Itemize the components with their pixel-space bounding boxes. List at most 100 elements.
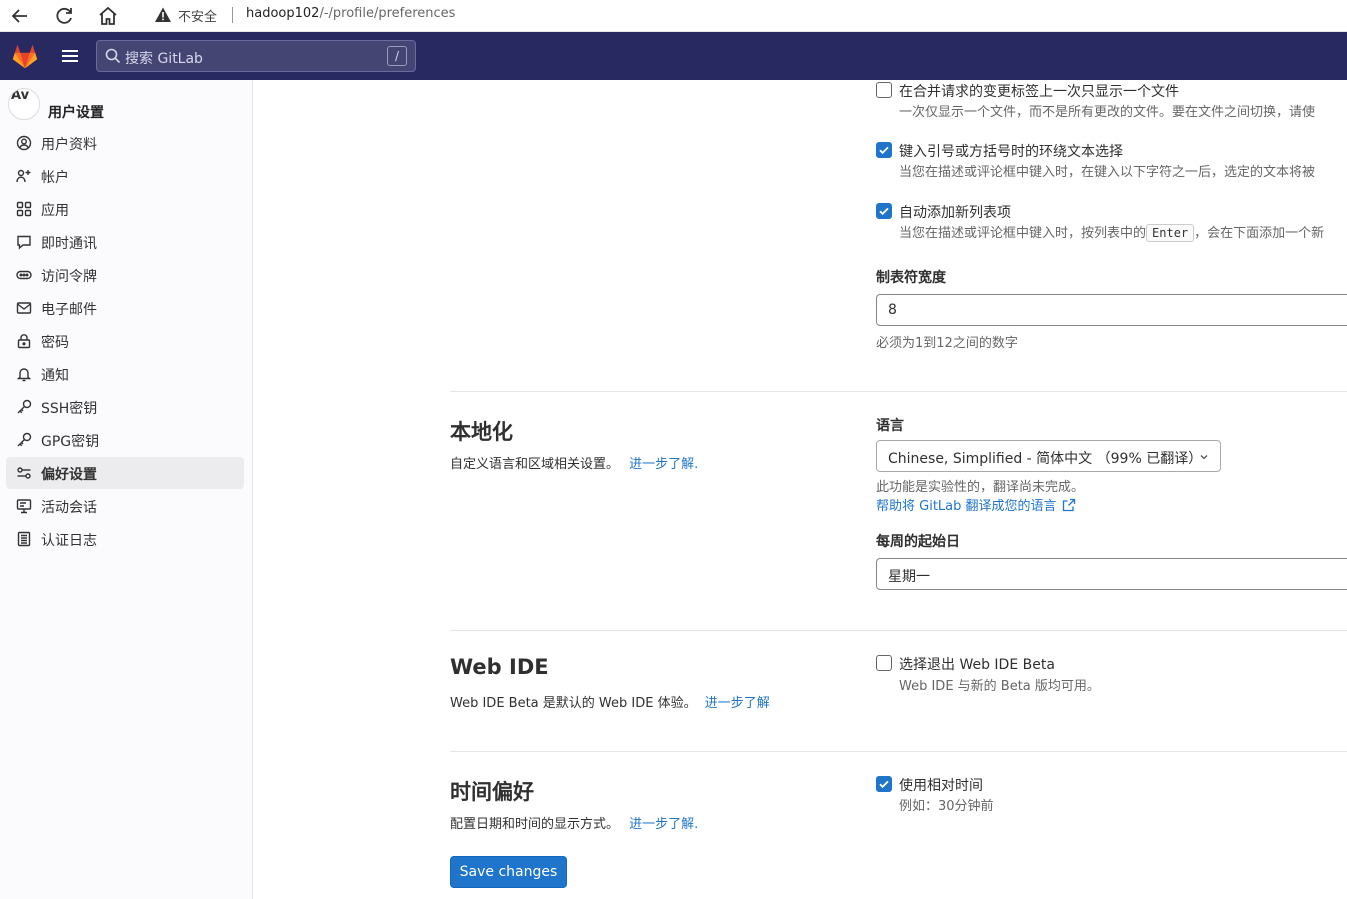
warning-icon[interactable]: [154, 6, 172, 24]
browser-toolbar: 不安全 hadoop102/-/profile/preferences: [0, 0, 1347, 32]
first-day-value: 星期一: [888, 569, 930, 585]
web-ide-description: Web IDE Beta 是默认的 Web IDE 体验。 进一步了解: [450, 692, 770, 711]
checkmark-icon: [879, 207, 889, 216]
account-icon: [16, 168, 32, 184]
insecure-label[interactable]: 不安全: [178, 6, 217, 25]
relative-time-checkbox[interactable]: [876, 776, 892, 792]
web-ide-opt-out-help: Web IDE 与新的 Beta 版均可用。: [899, 679, 1100, 694]
sidebar-item-label: 用户资料: [41, 137, 97, 153]
home-icon[interactable]: [96, 4, 120, 28]
autolist-checkbox[interactable]: [876, 203, 892, 219]
sidebar-item-gpg-keys[interactable]: GPG密钥: [6, 424, 244, 456]
preferences-icon: [16, 465, 32, 481]
autolist-help-after: ，会在下面添加一个新: [1194, 226, 1325, 241]
language-label: 语言: [876, 418, 904, 434]
localization-description: 自定义语言和区域相关设置。 进一步了解.: [450, 453, 698, 472]
tab-width-help: 必须为1到12之间的数字: [876, 336, 1018, 351]
sidebar-item-label: 访问令牌: [41, 269, 97, 285]
language-value: Chinese, Simplified - 简体中文 （99% 已翻译）: [888, 451, 1203, 467]
sidebar-item-label: 即时通讯: [41, 236, 97, 252]
key-icon: [16, 432, 32, 448]
avatar: Av: [8, 88, 40, 120]
single-file-help: 一次仅显示一个文件，而不是所有更改的文件。要在文件之间切换，请使: [899, 105, 1316, 120]
back-arrow-icon[interactable]: [8, 4, 32, 28]
top-navbar: 搜索 GitLab /: [0, 32, 1347, 80]
help-translate-text: 帮助将 GitLab 翻译成您的语言: [876, 499, 1057, 514]
log-icon: [16, 531, 32, 547]
sidebar-item-emails[interactable]: 电子邮件: [6, 292, 244, 324]
sidebar-item-account[interactable]: 帐户: [6, 160, 244, 192]
time-desc-text: 配置日期和时间的显示方式。: [450, 817, 620, 832]
first-day-select[interactable]: 星期一: [876, 558, 1347, 590]
web-ide-learn-more-link[interactable]: 进一步了解: [705, 696, 770, 711]
localization-learn-more-link[interactable]: 进一步了解.: [629, 457, 698, 472]
help-translate-link[interactable]: 帮助将 GitLab 翻译成您的语言: [876, 495, 1076, 514]
time-learn-more-link[interactable]: 进一步了解.: [629, 817, 698, 832]
reload-icon[interactable]: [52, 4, 76, 28]
hamburger-menu-icon[interactable]: [58, 45, 82, 67]
surround-selection-label: 键入引号或方括号时的环绕文本选择: [899, 144, 1123, 160]
url-host: hadoop102: [246, 6, 320, 21]
enter-key-hint: Enter: [1146, 224, 1195, 242]
web-ide-opt-out-label: 选择退出 Web IDE Beta: [899, 657, 1055, 673]
checkmark-icon: [879, 780, 889, 789]
address-bar[interactable]: hadoop102/-/profile/preferences: [246, 6, 455, 21]
key-icon: [16, 399, 32, 415]
sidebar-item-active-sessions[interactable]: 活动会话: [6, 490, 244, 522]
surround-selection-help: 当您在描述或评论框中键入时，在键入以下字符之一后，选定的文本将被: [899, 165, 1316, 180]
sidebar-item-chat[interactable]: 即时通讯: [6, 226, 244, 258]
search-icon: [105, 48, 121, 64]
mail-icon: [16, 300, 32, 316]
autolist-help: 当您在描述或评论框中键入时，按列表中的 Enter ，会在下面添加一个新: [899, 222, 1324, 242]
user-icon: [16, 135, 32, 151]
sidebar-item-profile[interactable]: 用户资料: [6, 127, 244, 159]
autolist-label: 自动添加新列表项: [899, 205, 1011, 221]
monitor-icon: [16, 498, 32, 514]
single-file-checkbox[interactable]: [876, 82, 892, 98]
url-path: /-/profile/preferences: [319, 6, 456, 21]
sidebar-item-label: 活动会话: [41, 500, 97, 516]
tab-width-value: 8: [888, 302, 897, 318]
time-preferences-title: 时间偏好: [450, 780, 534, 804]
sidebar-item-preferences[interactable]: 偏好设置: [6, 457, 244, 489]
main-content: 在合并请求的变更标签上一次只显示一个文件 一次仅显示一个文件，而不是所有更改的文…: [253, 80, 1347, 899]
chevron-down-icon: [1200, 455, 1208, 460]
relative-time-help: 例如：30分钟前: [899, 799, 994, 814]
tab-width-input[interactable]: 8: [876, 294, 1347, 326]
search-placeholder: 搜索 GitLab: [125, 51, 203, 67]
autolist-help-before: 当您在描述或评论框中键入时，按列表中的: [899, 226, 1147, 241]
experimental-note: 此功能是实验性的，翻译尚未完成。: [876, 480, 1085, 495]
section-divider: [450, 630, 1347, 631]
relative-time-label: 使用相对时间: [899, 778, 983, 794]
language-select[interactable]: Chinese, Simplified - 简体中文 （99% 已翻译）: [876, 440, 1221, 472]
search-input[interactable]: 搜索 GitLab /: [96, 40, 416, 72]
external-link-icon: [1062, 498, 1075, 512]
address-divider: [232, 7, 233, 23]
sidebar-item-label: 偏好设置: [41, 467, 97, 483]
checkmark-icon: [879, 146, 889, 155]
web-ide-opt-out-checkbox[interactable]: [876, 655, 892, 671]
sidebar-item-ssh-keys[interactable]: SSH密钥: [6, 391, 244, 423]
sidebar-item-password[interactable]: 密码: [6, 325, 244, 357]
save-changes-button[interactable]: Save changes: [450, 856, 567, 888]
comment-icon: [16, 234, 32, 250]
applications-icon: [16, 201, 32, 217]
web-ide-desc-text: Web IDE Beta 是默认的 Web IDE 体验。: [450, 696, 697, 711]
sidebar-item-auth-log[interactable]: 认证日志: [6, 523, 244, 555]
first-day-label: 每周的起始日: [876, 534, 960, 550]
gitlab-logo-icon[interactable]: [10, 41, 40, 71]
sidebar-item-access-tokens[interactable]: 访问令牌: [6, 259, 244, 291]
sidebar-item-notifications[interactable]: 通知: [6, 358, 244, 390]
single-file-label: 在合并请求的变更标签上一次只显示一个文件: [899, 84, 1179, 100]
sidebar-item-label: 认证日志: [41, 533, 97, 549]
surround-selection-checkbox[interactable]: [876, 142, 892, 158]
sidebar-item-label: 电子邮件: [41, 302, 97, 318]
web-ide-title: Web IDE: [450, 655, 549, 679]
sidebar-item-label: 密码: [41, 335, 69, 351]
tab-width-label: 制表符宽度: [876, 270, 946, 286]
section-divider: [450, 391, 1347, 392]
search-shortcut-hint: /: [387, 46, 407, 66]
localization-title: 本地化: [450, 420, 513, 444]
sidebar-item-label: 帐户: [41, 170, 69, 186]
sidebar-item-applications[interactable]: 应用: [6, 193, 244, 225]
